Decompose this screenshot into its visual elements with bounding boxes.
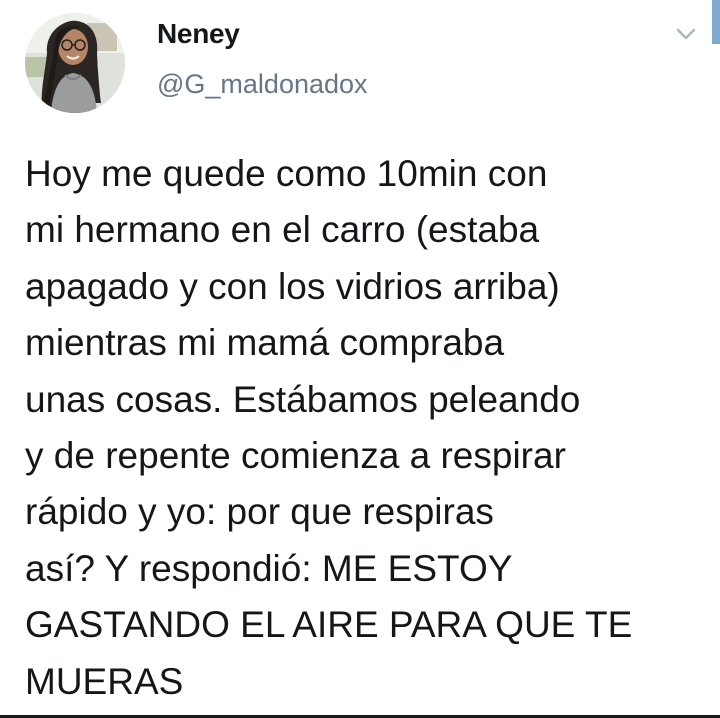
chevron-down-icon [676,28,696,40]
user-handle[interactable]: @G_maldonadox [157,69,368,100]
tweet-text-line: mi hermano en el carro (estaba [25,209,540,251]
tweet-card: Neney @G_maldonadox Hoy me quede como 10… [0,0,720,718]
tweet-text-line: unas cosas. Estábamos peleando [25,378,581,420]
tweet-text-line: MUERAS [25,660,184,702]
profile-photo-avatar-icon [25,13,125,113]
tweet-menu-button[interactable] [674,26,698,42]
tweet-text-line: GASTANDO EL AIRE PARA QUE TE [25,604,633,646]
tweet-text-line: Hoy me quede como 10min con [25,153,548,194]
tweet-text-line: así? Y respondió: ME ESTOY [25,547,513,589]
avatar[interactable] [25,13,125,113]
tweet-text-line: y de repente comienza a respirar [25,435,566,477]
display-name[interactable]: Neney [157,18,240,50]
tweet-text-line: rápido y yo: por que respiras [25,491,494,533]
tweet-text-line: apagado y con los vidrios arriba) [25,265,560,307]
tweet-text: Hoy me quede como 10min con mi hermano e… [25,146,710,710]
scroll-edge-indicator [712,0,720,44]
tweet-text-line: mientras mi mamá compraba [25,322,505,364]
